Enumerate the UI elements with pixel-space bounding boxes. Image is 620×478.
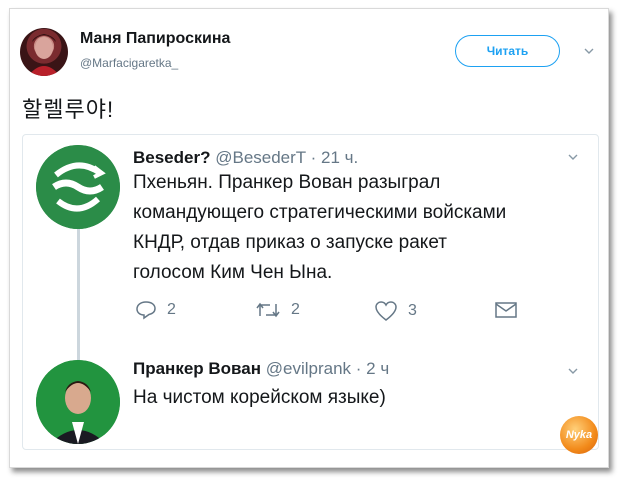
tweet-text: 할렐루야! [22, 97, 115, 122]
quoted-header-1: Beseder? @BesederT · 21 ч. [133, 148, 358, 168]
quoted-handle[interactable]: @evilprank [266, 359, 351, 378]
dm-action[interactable] [494, 300, 518, 320]
like-icon [375, 301, 397, 321]
quoted-text-line: голосом Ким Чен Ына. [133, 262, 333, 283]
quoted-text-1: Пхеньян. Пранкер Вован разыграл командую… [133, 168, 506, 288]
dm-icon [495, 302, 517, 318]
author-avatar[interactable] [20, 28, 68, 76]
quoted-text-line: КНДР, отдав приказ о запуске ракет [133, 232, 447, 253]
follow-button[interactable]: Читать [455, 35, 560, 67]
reply-icon [136, 301, 156, 320]
like-action[interactable]: 3 [374, 300, 417, 322]
quoted-header-2: Пранкер Вован @evilprank · 2 ч [133, 359, 389, 379]
quoted-text-2: На чистом корейском языке) [133, 387, 386, 408]
chevron-down-icon[interactable] [568, 152, 578, 162]
quoted-time[interactable]: · 21 ч. [311, 148, 359, 167]
quoted-text-line: командующего стратегическими войсками [133, 202, 507, 223]
retweet-action[interactable]: 2 [255, 300, 300, 320]
author-name[interactable]: Маня Папироскина [80, 30, 230, 48]
quoted-time[interactable]: · 2 ч [356, 359, 389, 378]
author-handle[interactable]: @Marfacigaretka_ [80, 56, 178, 70]
quoted-avatar-evilprank[interactable] [36, 360, 120, 444]
quoted-handle[interactable]: @BesederT [215, 148, 306, 167]
quoted-name[interactable]: Beseder? [133, 148, 210, 167]
site-watermark-logo: Nyka [560, 416, 598, 454]
quoted-avatar-beseder[interactable] [36, 145, 120, 229]
like-count: 3 [408, 302, 417, 319]
retweet-icon [256, 302, 280, 318]
quoted-text-line: Пхеньян. Пранкер Вован разыграл [133, 172, 441, 193]
retweet-count: 2 [291, 301, 300, 318]
reply-count: 2 [167, 301, 176, 318]
quoted-name[interactable]: Пранкер Вован [133, 359, 261, 378]
reply-action[interactable]: 2 [135, 300, 176, 320]
thread-connector-line [77, 224, 80, 366]
chevron-down-icon[interactable] [568, 366, 578, 376]
chevron-down-icon[interactable] [584, 46, 594, 56]
